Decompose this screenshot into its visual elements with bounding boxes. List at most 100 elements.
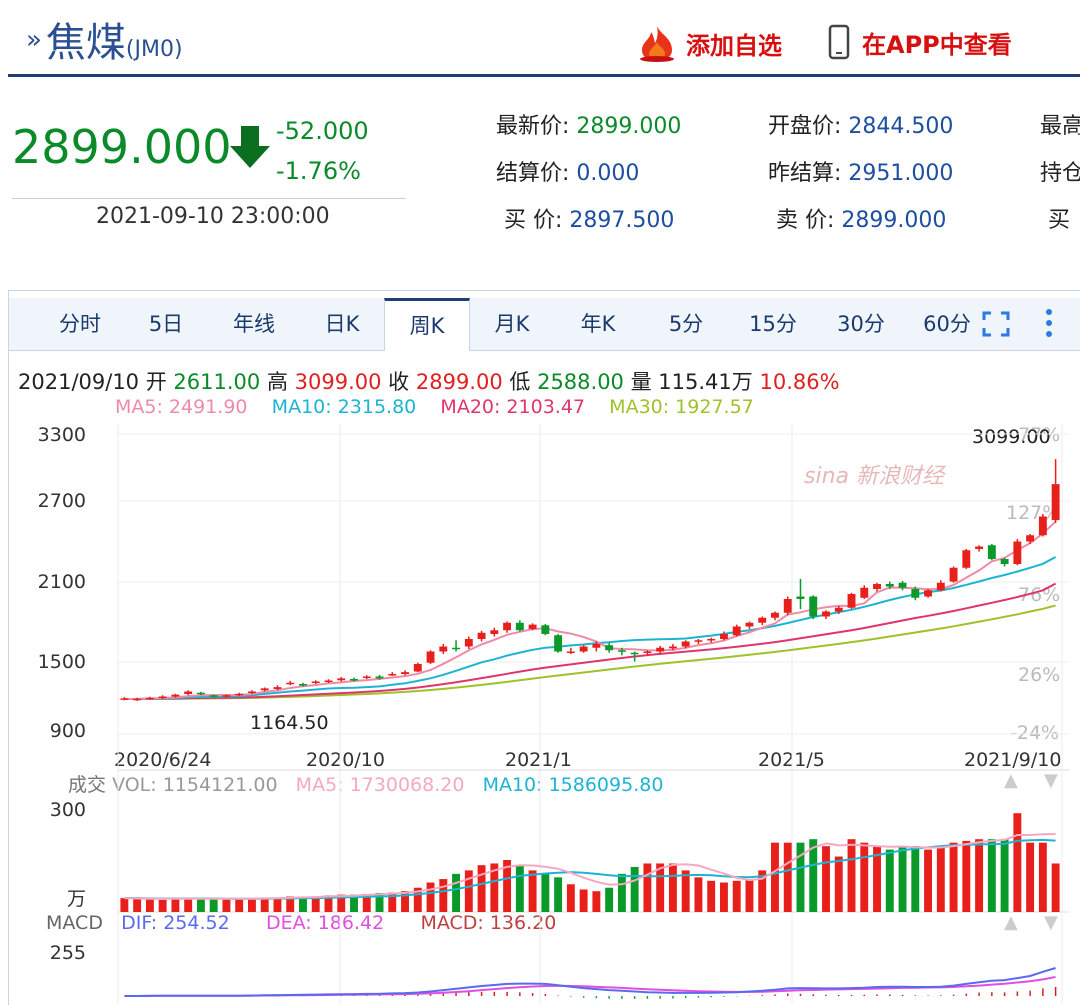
candle-body: [668, 646, 677, 649]
candle-body: [375, 676, 384, 679]
candle-body: [1026, 535, 1035, 542]
candle-body: [860, 587, 869, 598]
candle-body: [924, 590, 933, 597]
candle-body: [936, 582, 945, 591]
volume-bar: [987, 839, 996, 912]
candle-body: [834, 607, 843, 612]
candle-body: [745, 622, 754, 627]
candle-body: [388, 674, 397, 676]
candle-body: [719, 634, 728, 639]
volume-bar: [426, 882, 435, 912]
volume-bar: [617, 873, 626, 912]
candle-body: [222, 695, 231, 697]
candle-body: [592, 644, 601, 648]
candle-body: [758, 617, 767, 623]
candle-body: [439, 646, 448, 652]
volume-bar: [962, 840, 971, 912]
candle-body: [426, 651, 435, 663]
candle-body: [503, 622, 512, 631]
candle-body: [477, 632, 486, 639]
candle-body: [324, 680, 333, 682]
volume-bar: [707, 880, 716, 912]
volume-bar: [1038, 842, 1047, 912]
volume-bar: [949, 842, 958, 912]
candle-body: [311, 681, 320, 683]
volume-bar: [668, 863, 677, 912]
ma30-line: [124, 604, 1056, 700]
volume-bar: [299, 897, 307, 912]
candle-body: [579, 646, 588, 652]
candle-body: [413, 664, 422, 672]
volume-bar: [196, 898, 205, 912]
volume-bar: [515, 865, 524, 912]
volume-bar: [247, 898, 256, 912]
volume-bar: [133, 898, 142, 912]
candle-body: [885, 584, 894, 587]
volume-bar: [273, 898, 282, 912]
candle-body: [1051, 484, 1060, 521]
volume-bar: [847, 839, 856, 912]
candle-body: [235, 693, 244, 696]
volume-bar: [924, 849, 933, 912]
candle-body: [822, 611, 830, 617]
candle-body: [145, 697, 154, 700]
candle-body: [401, 672, 409, 674]
volume-bar: [719, 882, 728, 912]
volume-bar: [554, 877, 563, 912]
volume-bar: [630, 866, 639, 912]
volume-bar: [783, 842, 792, 912]
candle-body: [260, 688, 269, 691]
volume-bar: [222, 898, 231, 912]
candle-body: [247, 691, 256, 693]
candle-body: [694, 640, 703, 642]
volume-bar: [1026, 842, 1035, 912]
ma10-line: [124, 556, 1057, 700]
volume-bar: [120, 898, 129, 912]
candle-body: [809, 596, 818, 617]
candle-body: [452, 647, 461, 650]
candle-body: [158, 696, 167, 698]
candle-body: [1013, 541, 1022, 564]
candle-body: [975, 546, 984, 549]
candle-body: [286, 682, 295, 685]
candle-body: [566, 651, 575, 653]
candle-body: [299, 684, 307, 686]
candle-body: [528, 624, 537, 629]
candle-body: [898, 582, 907, 588]
volume-bar: [1013, 813, 1022, 912]
volume-bar: [860, 842, 869, 912]
candle-body: [273, 687, 282, 689]
volume-bar: [171, 898, 180, 912]
candle-body: [120, 698, 129, 700]
candle-body: [362, 676, 371, 678]
ma20-line: [124, 582, 1057, 700]
kline-chart[interactable]: [0, 0, 1080, 1004]
volume-bar: [477, 865, 486, 912]
candle-body: [771, 612, 779, 618]
candle-body: [133, 698, 142, 701]
candle-body: [796, 596, 805, 599]
candle-body: [630, 652, 639, 655]
candle-body: [196, 692, 205, 695]
candle-body: [350, 679, 358, 681]
candle-body: [1038, 516, 1047, 536]
candle-body: [847, 594, 856, 608]
volume-bar: [566, 884, 575, 912]
candle-body: [464, 639, 473, 647]
volume-bar: [694, 877, 703, 912]
dif-line: [124, 967, 1056, 997]
candle-body: [732, 626, 741, 636]
candle-body: [681, 641, 690, 647]
candle-body: [873, 584, 881, 589]
volume-bar: [975, 839, 984, 912]
candle-body: [184, 691, 193, 694]
volume-bar: [885, 849, 894, 912]
candle-body: [962, 550, 971, 568]
volume-bar: [158, 899, 167, 912]
candle-body: [515, 622, 524, 631]
volume-bar: [834, 856, 843, 912]
volume-bar: [145, 899, 154, 912]
volume-bar: [605, 887, 614, 912]
candle-body: [783, 599, 792, 613]
volume-bar: [643, 863, 652, 912]
